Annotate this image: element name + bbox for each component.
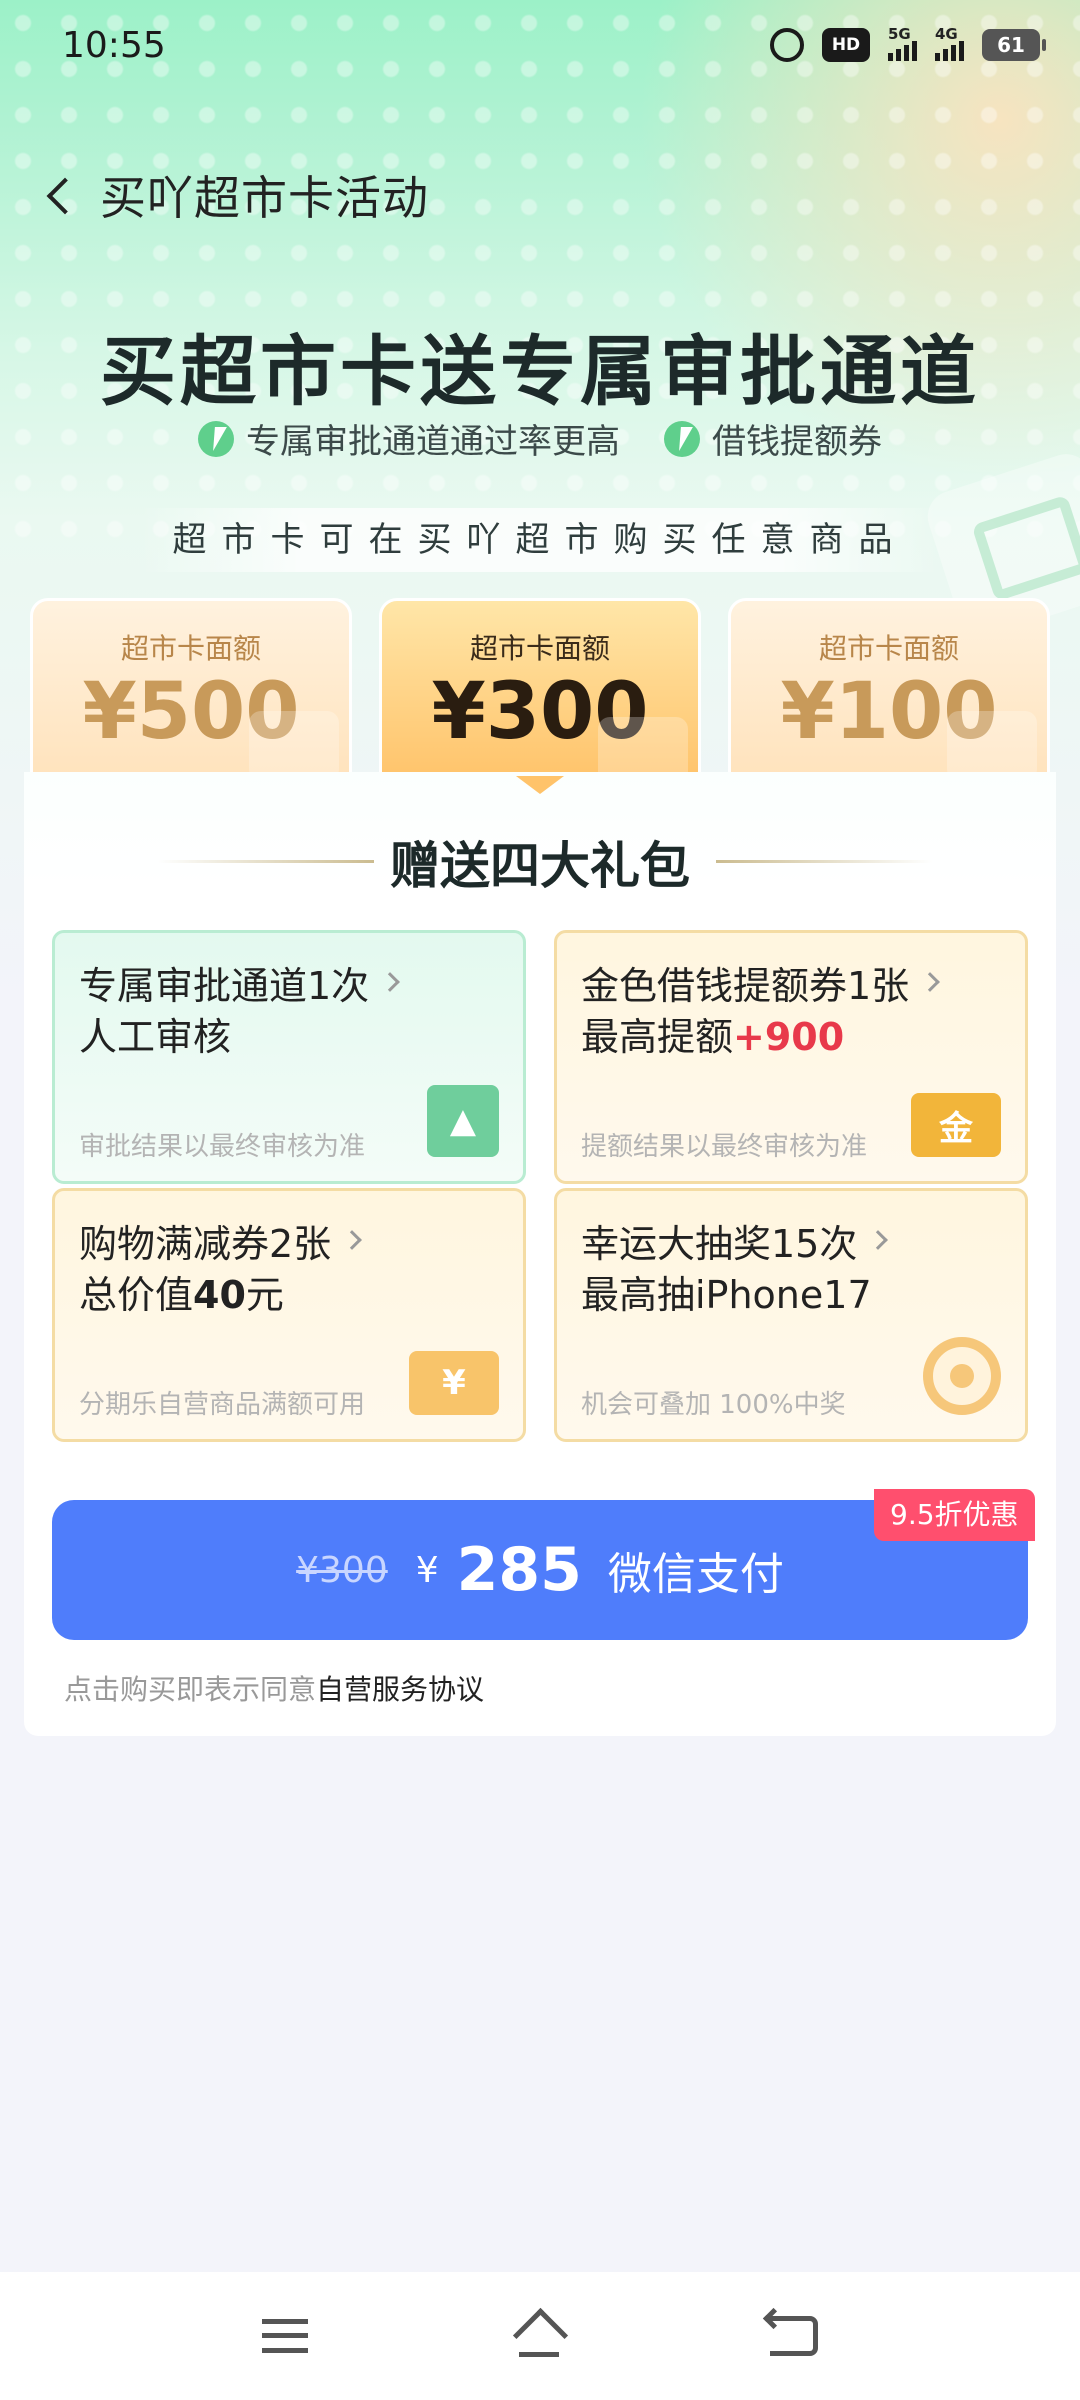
gift-card-shopping-coupon[interactable]: 购物满减券2张 总价值40元 分期乐自营商品满额可用 ¥ (52, 1188, 526, 1442)
discount-badge: 9.5折优惠 (874, 1489, 1035, 1541)
home-icon[interactable] (511, 2314, 567, 2358)
signal-5g-icon: 5G (888, 25, 917, 61)
gift-line2: 最高抽iPhone17 (581, 1273, 872, 1317)
back-nav-icon[interactable] (770, 2316, 819, 2356)
agreement-prefix: 点击购买即表示同意 (64, 1673, 317, 1706)
gift-title-text: 金色借钱提额券1张 (581, 963, 910, 1008)
currency-symbol: ¥ (415, 1549, 439, 1591)
menu-icon[interactable] (261, 2319, 308, 2353)
gift-card-lucky-draw[interactable]: 幸运大抽奖15次 最高抽iPhone17 机会可叠加 100%中奖 (554, 1188, 1028, 1442)
system-nav-bar (0, 2272, 1080, 2400)
signal-5g-label: 5G (888, 25, 911, 43)
feature-label: 专属审批通道通过率更高 (246, 422, 620, 462)
gift-note: 提额结果以最终审核为准 (581, 1132, 868, 1162)
gift-line1: 购物满减券2张 (79, 1215, 499, 1266)
headline: 买超市卡送专属审批通道 (100, 327, 980, 416)
selected-pointer (516, 776, 564, 794)
gift-line2-prefix: 总价值 (79, 1273, 194, 1317)
gift-line2-highlight: +900 (733, 1015, 845, 1059)
signal-4g-icon: 4G (935, 25, 964, 61)
bolt-icon (664, 420, 700, 457)
status-icons: HD 5G 4G 61 (770, 25, 1046, 62)
gift-line1: 专属审批通道1次 (79, 957, 499, 1008)
current-price: 285 (456, 1535, 582, 1605)
title-divider-right (716, 860, 932, 863)
prize-wheel-icon (923, 1337, 1001, 1415)
back-icon[interactable] (44, 175, 74, 215)
page-title: 买吖超市卡活动 (100, 171, 429, 225)
chevron-right-icon (342, 1230, 363, 1250)
service-agreement-link[interactable]: 自营服务协议 (316, 1673, 484, 1706)
gift-line2-prefix: 最高提额 (581, 1015, 734, 1059)
yen-coupon-icon: ¥ (409, 1351, 499, 1415)
status-bar: 10:55 HD 5G 4G 61 (0, 0, 1080, 90)
alarm-icon (770, 28, 804, 62)
feature-label: 借钱提额券 (712, 422, 882, 462)
gift-title-text: 幸运大抽奖15次 (581, 1221, 858, 1266)
agreement-text: 点击购买即表示同意自营服务协议 (64, 1668, 484, 1708)
gift-note: 审批结果以最终审核为准 (79, 1132, 366, 1162)
feature-list: 专属审批通道通过率更高 借钱提额券 (0, 414, 1080, 463)
gift-note: 机会可叠加 100%中奖 (581, 1390, 846, 1420)
gift-title-text: 专属审批通道1次 (79, 963, 370, 1008)
chevron-right-icon (380, 972, 401, 992)
amount-option-100[interactable]: 超市卡面额 ¥100 (728, 598, 1050, 778)
pay-label: 微信支付 (607, 1549, 784, 1600)
signal-4g-label: 4G (935, 25, 958, 43)
gift-line2-suffix: 元 (245, 1273, 284, 1317)
status-time: 10:55 (62, 24, 166, 66)
chevron-right-icon (920, 972, 941, 992)
amount-label: 超市卡面额 (120, 632, 261, 665)
original-price: ¥300 (296, 1549, 388, 1591)
battery-icon: 61 (982, 29, 1046, 61)
top-nav: 买吖超市卡活动 (44, 160, 429, 230)
gift-line2: 人工审核 (79, 1015, 232, 1059)
gift-line2: 总价值40元 (79, 1265, 499, 1325)
hd-icon: HD (822, 28, 870, 62)
gift-card-approval[interactable]: 专属审批通道1次 人工审核 审批结果以最终审核为准 ▲ (52, 930, 526, 1184)
gift-line1: 金色借钱提额券1张 (581, 957, 1001, 1008)
gift-title-text: 购物满减券2张 (79, 1221, 332, 1266)
gift-line2: 最高提额+900 (581, 1007, 1001, 1067)
amount-label: 超市卡面额 (818, 632, 959, 665)
amount-option-500[interactable]: 超市卡面额 ¥500 (30, 598, 352, 778)
amount-option-300[interactable]: 超市卡面额 ¥300 (379, 598, 701, 784)
feature-item: 专属审批通道通过率更高 (198, 414, 620, 463)
amount-label: 超市卡面额 (469, 632, 610, 665)
subline: 超市卡可在买吖超市购买任意商品 (140, 508, 940, 572)
gift-line2-bold: 40 (193, 1273, 246, 1317)
bolt-icon (198, 420, 234, 457)
feature-item: 借钱提额券 (664, 414, 882, 463)
chevron-right-icon (868, 1230, 889, 1250)
gift-card-credit-coupon[interactable]: 金色借钱提额券1张 最高提额+900 提额结果以最终审核为准 金 (554, 930, 1028, 1184)
ticket-icon (947, 711, 1037, 775)
gift-note: 分期乐自营商品满额可用 (79, 1390, 366, 1420)
ticket-icon (249, 711, 339, 775)
gift-line1: 幸运大抽奖15次 (581, 1215, 1001, 1266)
gold-coupon-icon: 金 (911, 1093, 1001, 1157)
stamp-icon: ▲ (427, 1085, 499, 1157)
